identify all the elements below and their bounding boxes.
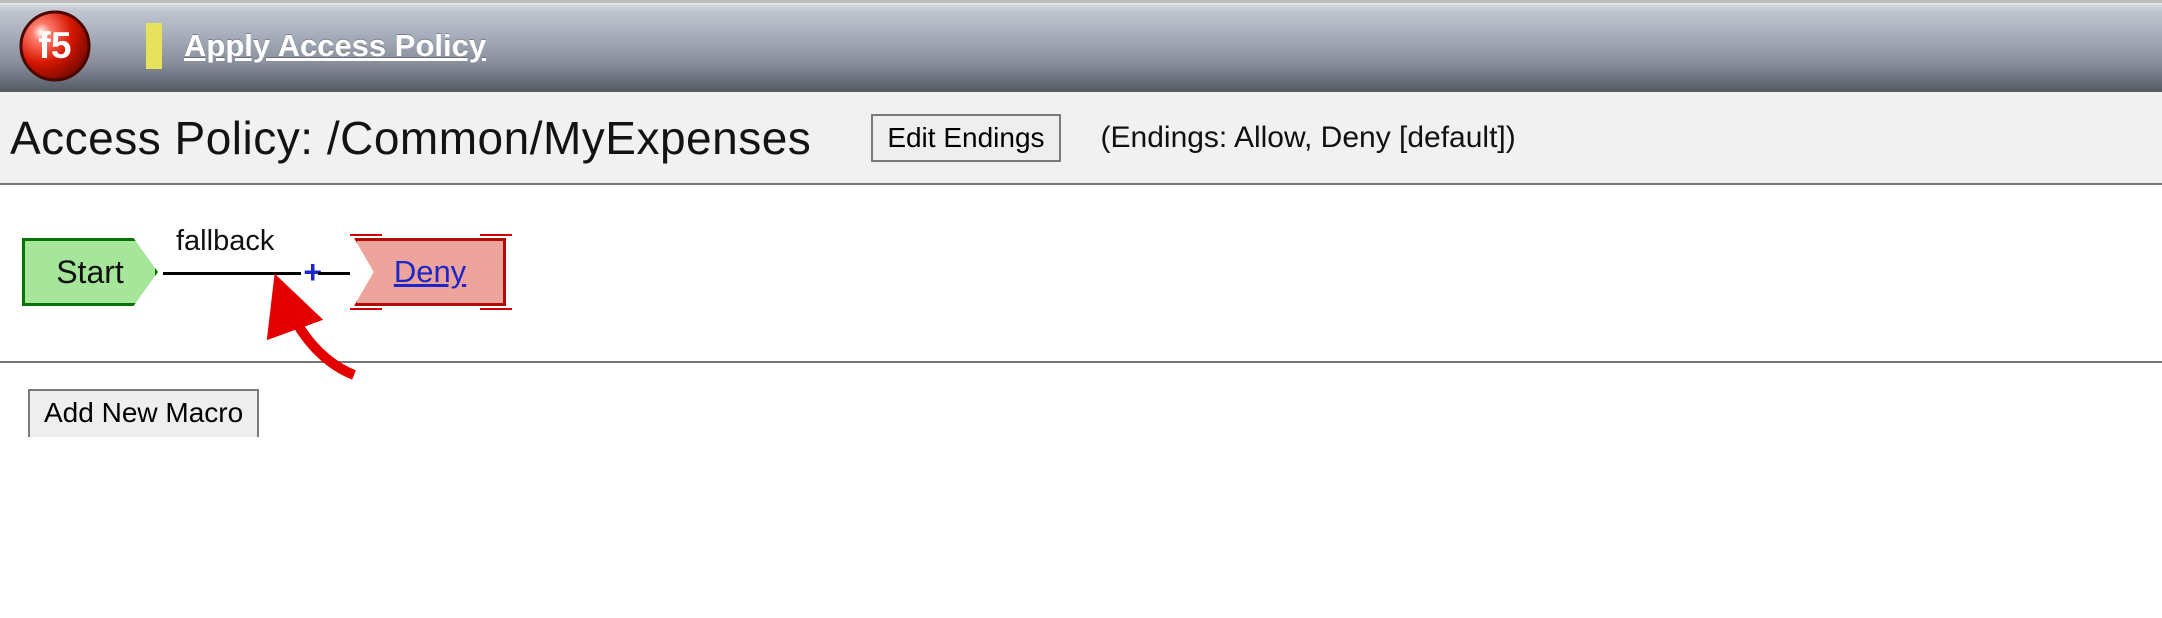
top-header: f5 Apply Access Policy	[0, 0, 2162, 92]
deny-node-link[interactable]: Deny	[394, 254, 466, 290]
branch-line-continuation	[318, 272, 350, 275]
macro-section: Add New Macro	[0, 363, 2162, 437]
marker-icon	[480, 234, 512, 236]
marker-icon	[350, 308, 382, 310]
policy-diagram: Start fallback + Deny	[0, 185, 2162, 363]
apply-access-policy-link[interactable]: Apply Access Policy	[184, 28, 486, 64]
edit-endings-button[interactable]: Edit Endings	[871, 114, 1060, 162]
f5-logo-icon: f5	[18, 9, 92, 83]
branch-segment: fallback +	[158, 237, 318, 307]
policy-path: /Common/MyExpenses	[327, 112, 812, 164]
diagram-row: Start fallback + Deny	[22, 237, 2162, 307]
svg-text:f5: f5	[39, 25, 72, 66]
endings-summary-text: (Endings: Allow, Deny [default])	[1101, 121, 1516, 155]
marker-icon	[350, 234, 382, 236]
deny-node[interactable]: Deny	[354, 238, 506, 306]
marker-icon	[480, 308, 512, 310]
page-title-prefix: Access Policy:	[10, 112, 327, 164]
add-new-macro-button[interactable]: Add New Macro	[28, 389, 259, 437]
warning-bar-icon	[146, 23, 162, 69]
page-title: Access Policy: /Common/MyExpenses	[10, 111, 811, 165]
title-bar: Access Policy: /Common/MyExpenses Edit E…	[0, 92, 2162, 185]
deny-node-wrap: Deny	[354, 238, 506, 306]
start-node-label: Start	[56, 254, 124, 291]
branch-label[interactable]: fallback	[176, 225, 274, 258]
start-node[interactable]: Start	[22, 238, 158, 306]
